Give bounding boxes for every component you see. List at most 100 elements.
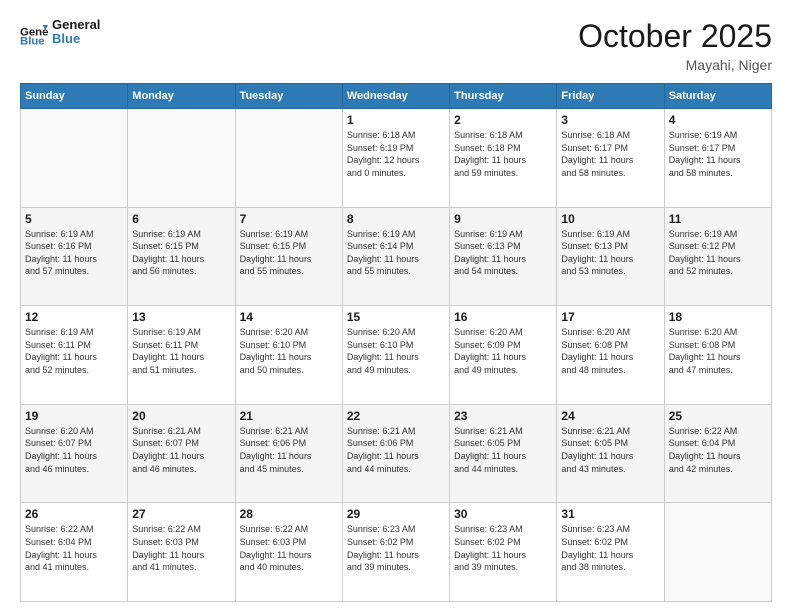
day-number: 22 (347, 409, 445, 423)
day-number: 10 (561, 212, 659, 226)
logo-blue: Blue (52, 32, 100, 46)
day-number: 5 (25, 212, 123, 226)
day-number: 9 (454, 212, 552, 226)
header-friday: Friday (557, 84, 664, 109)
day-info: Sunrise: 6:20 AM Sunset: 6:08 PM Dayligh… (669, 326, 767, 376)
table-row (664, 503, 771, 602)
day-info: Sunrise: 6:21 AM Sunset: 6:05 PM Dayligh… (454, 425, 552, 475)
day-info: Sunrise: 6:19 AM Sunset: 6:11 PM Dayligh… (132, 326, 230, 376)
table-row: 14Sunrise: 6:20 AM Sunset: 6:10 PM Dayli… (235, 306, 342, 405)
table-row: 27 Sunrise: 6:22 AM Sunset: 6:03 PM Dayli… (128, 503, 235, 602)
day-number: 15 (347, 310, 445, 324)
day-info: Sunrise: 6:23 AM Sunset: 6:02 PM Dayligh… (454, 523, 552, 573)
calendar-week-row: 12 Sunrise: 6:19 AM Sunset: 6:11 PM Dayli… (21, 306, 772, 405)
day-number: 3 (561, 113, 659, 127)
day-info: Sunrise: 6:19 AM Sunset: 6:15 PM Dayligh… (132, 228, 230, 278)
table-row: 4 Sunrise: 6:19 AM Sunset: 6:17 PM Daylig… (664, 109, 771, 208)
table-row: 2Sunrise: 6:18 AM Sunset: 6:18 PM Daylig… (450, 109, 557, 208)
table-row: 19 Sunrise: 6:20 AM Sunset: 6:07 PM Dayli… (21, 404, 128, 503)
day-number: 24 (561, 409, 659, 423)
day-info: Sunrise: 6:19 AM Sunset: 6:13 PM Dayligh… (561, 228, 659, 278)
table-row: 13 Sunrise: 6:19 AM Sunset: 6:11 PM Dayli… (128, 306, 235, 405)
table-row: 18 Sunrise: 6:20 AM Sunset: 6:08 PM Dayli… (664, 306, 771, 405)
location: Mayahi, Niger (578, 57, 772, 73)
day-info: Sunrise: 6:20 AM Sunset: 6:07 PM Dayligh… (25, 425, 123, 475)
day-number: 1 (347, 113, 445, 127)
day-number: 23 (454, 409, 552, 423)
day-number: 27 (132, 507, 230, 521)
day-info: Sunrise: 6:19 AM Sunset: 6:17 PM Dayligh… (669, 129, 767, 179)
header: General Blue General Blue October 2025 M… (20, 18, 772, 73)
month-title: October 2025 (578, 18, 772, 55)
day-info: Sunrise: 6:18 AM Sunset: 6:18 PM Dayligh… (454, 129, 552, 179)
table-row: 3 Sunrise: 6:18 AM Sunset: 6:17 PM Daylig… (557, 109, 664, 208)
calendar-week-row: 1 Sunrise: 6:18 AM Sunset: 6:19 PM Daylig… (21, 109, 772, 208)
day-info: Sunrise: 6:21 AM Sunset: 6:05 PM Dayligh… (561, 425, 659, 475)
day-number: 17 (561, 310, 659, 324)
day-number: 6 (132, 212, 230, 226)
table-row: 10 Sunrise: 6:19 AM Sunset: 6:13 PM Dayli… (557, 207, 664, 306)
header-monday: Monday (128, 84, 235, 109)
day-info: Sunrise: 6:22 AM Sunset: 6:03 PM Dayligh… (240, 523, 338, 573)
table-row (235, 109, 342, 208)
day-info: Sunrise: 6:19 AM Sunset: 6:16 PM Dayligh… (25, 228, 123, 278)
day-info: Sunrise: 6:21 AM Sunset: 6:06 PM Dayligh… (347, 425, 445, 475)
day-info: Sunrise: 6:20 AM Sunset: 6:10 PM Dayligh… (347, 326, 445, 376)
table-row: 1 Sunrise: 6:18 AM Sunset: 6:19 PM Daylig… (342, 109, 449, 208)
table-row: 31Sunrise: 6:23 AM Sunset: 6:02 PM Dayli… (557, 503, 664, 602)
day-number: 30 (454, 507, 552, 521)
logo-icon: General Blue (20, 18, 48, 46)
calendar-table: Sunday Monday Tuesday Wednesday Thursday… (20, 83, 772, 602)
header-sunday: Sunday (21, 84, 128, 109)
table-row: 9 Sunrise: 6:19 AM Sunset: 6:13 PM Daylig… (450, 207, 557, 306)
day-info: Sunrise: 6:19 AM Sunset: 6:12 PM Dayligh… (669, 228, 767, 278)
day-number: 13 (132, 310, 230, 324)
svg-text:Blue: Blue (20, 36, 45, 47)
table-row: 12 Sunrise: 6:19 AM Sunset: 6:11 PM Dayli… (21, 306, 128, 405)
day-info: Sunrise: 6:20 AM Sunset: 6:08 PM Dayligh… (561, 326, 659, 376)
table-row: 8Sunrise: 6:19 AM Sunset: 6:14 PM Daylig… (342, 207, 449, 306)
table-row: 22 Sunrise: 6:21 AM Sunset: 6:06 PM Dayli… (342, 404, 449, 503)
table-row: 15 Sunrise: 6:20 AM Sunset: 6:10 PM Dayli… (342, 306, 449, 405)
day-number: 16 (454, 310, 552, 324)
day-info: Sunrise: 6:18 AM Sunset: 6:19 PM Dayligh… (347, 129, 445, 179)
table-row: 21Sunrise: 6:21 AM Sunset: 6:06 PM Dayli… (235, 404, 342, 503)
calendar-week-row: 26Sunrise: 6:22 AM Sunset: 6:04 PM Dayli… (21, 503, 772, 602)
day-number: 11 (669, 212, 767, 226)
day-number: 18 (669, 310, 767, 324)
table-row: 6 Sunrise: 6:19 AM Sunset: 6:15 PM Daylig… (128, 207, 235, 306)
header-tuesday: Tuesday (235, 84, 342, 109)
table-row (128, 109, 235, 208)
day-info: Sunrise: 6:19 AM Sunset: 6:13 PM Dayligh… (454, 228, 552, 278)
header-saturday: Saturday (664, 84, 771, 109)
day-number: 12 (25, 310, 123, 324)
day-number: 4 (669, 113, 767, 127)
day-number: 29 (347, 507, 445, 521)
day-number: 7 (240, 212, 338, 226)
title-block: October 2025 Mayahi, Niger (578, 18, 772, 73)
calendar-week-row: 19 Sunrise: 6:20 AM Sunset: 6:07 PM Dayli… (21, 404, 772, 503)
day-number: 26 (25, 507, 123, 521)
day-number: 20 (132, 409, 230, 423)
table-row: 25Sunrise: 6:22 AM Sunset: 6:04 PM Dayli… (664, 404, 771, 503)
day-number: 25 (669, 409, 767, 423)
table-row: 24 Sunrise: 6:21 AM Sunset: 6:05 PM Dayli… (557, 404, 664, 503)
day-number: 28 (240, 507, 338, 521)
day-info: Sunrise: 6:19 AM Sunset: 6:11 PM Dayligh… (25, 326, 123, 376)
table-row: 23 Sunrise: 6:21 AM Sunset: 6:05 PM Dayli… (450, 404, 557, 503)
table-row: 17 Sunrise: 6:20 AM Sunset: 6:08 PM Dayli… (557, 306, 664, 405)
logo-general: General (52, 18, 100, 32)
header-thursday: Thursday (450, 84, 557, 109)
day-info: Sunrise: 6:23 AM Sunset: 6:02 PM Dayligh… (561, 523, 659, 573)
day-info: Sunrise: 6:22 AM Sunset: 6:03 PM Dayligh… (132, 523, 230, 573)
logo: General Blue General Blue (20, 18, 100, 47)
table-row: 28 Sunrise: 6:22 AM Sunset: 6:03 PM Dayli… (235, 503, 342, 602)
table-row: 30 Sunrise: 6:23 AM Sunset: 6:02 PM Dayli… (450, 503, 557, 602)
page: General Blue General Blue October 2025 M… (0, 0, 792, 612)
header-wednesday: Wednesday (342, 84, 449, 109)
day-info: Sunrise: 6:21 AM Sunset: 6:07 PM Dayligh… (132, 425, 230, 475)
day-number: 19 (25, 409, 123, 423)
table-row: 20 Sunrise: 6:21 AM Sunset: 6:07 PM Dayli… (128, 404, 235, 503)
day-info: Sunrise: 6:23 AM Sunset: 6:02 PM Dayligh… (347, 523, 445, 573)
day-info: Sunrise: 6:18 AM Sunset: 6:17 PM Dayligh… (561, 129, 659, 179)
